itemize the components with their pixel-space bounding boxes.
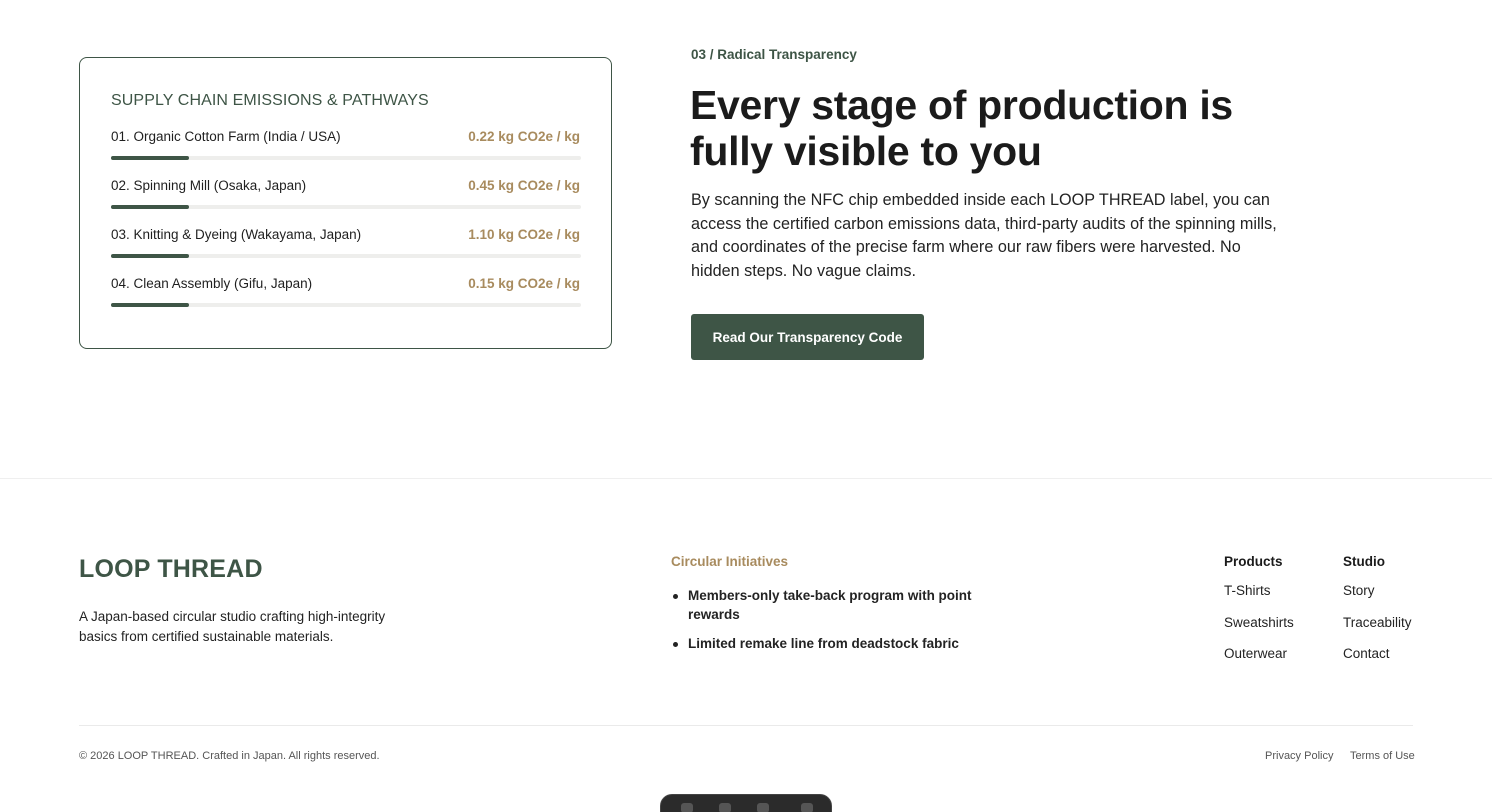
stage-name: 04. Clean Assembly (Gifu, Japan): [111, 276, 313, 291]
footer-link-traceability[interactable]: Traceability: [1343, 614, 1412, 632]
initiatives-title: Circular Initiatives: [671, 554, 789, 569]
stage-progress-fill: [111, 303, 190, 307]
transparency-code-button[interactable]: Read Our Transparency Code: [691, 314, 924, 360]
supply-chain-card: SUPPLY CHAIN EMISSIONS & PATHWAYS 01. Or…: [79, 57, 612, 349]
stage-progress-fill: [111, 254, 190, 258]
stage-progress-fill: [111, 156, 190, 160]
section-divider: [0, 478, 1492, 479]
initiative-item: Limited remake line from deadstock fabri…: [671, 635, 981, 654]
terms-of-use-link[interactable]: Terms of Use: [1350, 750, 1415, 762]
initiative-item: Members-only take-back program with poin…: [671, 587, 981, 624]
stage-emissions-value: 0.15 kg CO2e / kg: [468, 276, 580, 291]
section-headline: Every stage of production is fully visib…: [690, 82, 1233, 174]
studio-heading: Studio: [1343, 554, 1385, 569]
section-body: By scanning the NFC chip embedded inside…: [691, 191, 1277, 280]
stage-name: 01. Organic Cotton Farm (India / USA): [111, 129, 341, 144]
stage-name: 02. Spinning Mill (Osaka, Japan): [111, 178, 307, 193]
footer-logo[interactable]: LOOP THREAD: [79, 555, 263, 584]
footer-description: A Japan-based circular studio crafting h…: [79, 609, 386, 644]
footer-divider: [79, 725, 1413, 726]
stage-progress-track: [111, 205, 581, 209]
toolbar-icon[interactable]: [757, 803, 769, 812]
stage-emissions-value: 1.10 kg CO2e / kg: [468, 227, 580, 242]
footer-link-contact[interactable]: Contact: [1343, 645, 1412, 663]
section-tag: 03 / Radical Transparency: [691, 47, 857, 62]
stage-item: 03. Knitting & Dyeing (Wakayama, Japan) …: [111, 227, 581, 258]
toolbar-icon[interactable]: [719, 803, 731, 812]
stage-progress-fill: [111, 205, 190, 209]
footer-link-tshirts[interactable]: T-Shirts: [1224, 582, 1294, 600]
stage-item: 01. Organic Cotton Farm (India / USA) 0.…: [111, 129, 581, 160]
stage-item: 02. Spinning Mill (Osaka, Japan) 0.45 kg…: [111, 178, 581, 209]
toolbar-icon[interactable]: [801, 803, 813, 812]
stage-progress-track: [111, 156, 581, 160]
stage-progress-track: [111, 254, 581, 258]
toolbar-icon[interactable]: [681, 803, 693, 812]
floating-toolbar[interactable]: [660, 794, 832, 812]
transparency-section: SUPPLY CHAIN EMISSIONS & PATHWAYS 01. Or…: [0, 0, 1492, 478]
supply-chain-title: SUPPLY CHAIN EMISSIONS & PATHWAYS: [111, 92, 429, 109]
products-heading: Products: [1224, 554, 1283, 569]
privacy-policy-link[interactable]: Privacy Policy: [1265, 750, 1333, 762]
footer-link-sweatshirts[interactable]: Sweatshirts: [1224, 614, 1294, 632]
initiatives-list: Members-only take-back program with poin…: [671, 587, 981, 665]
footer-link-outerwear[interactable]: Outerwear: [1224, 645, 1294, 663]
stage-emissions-value: 0.22 kg CO2e / kg: [468, 129, 580, 144]
footer-studio-column: Studio Story Traceability Contact: [1343, 554, 1412, 677]
footer-link-story[interactable]: Story: [1343, 582, 1412, 600]
copyright-text: © 2026 LOOP THREAD. Crafted in Japan. Al…: [79, 750, 380, 762]
stage-emissions-value: 0.45 kg CO2e / kg: [468, 178, 580, 193]
stage-item: 04. Clean Assembly (Gifu, Japan) 0.15 kg…: [111, 276, 581, 307]
stage-name: 03. Knitting & Dyeing (Wakayama, Japan): [111, 227, 362, 242]
stage-progress-track: [111, 303, 581, 307]
footer-products-column: Products T-Shirts Sweatshirts Outerwear: [1224, 554, 1294, 677]
